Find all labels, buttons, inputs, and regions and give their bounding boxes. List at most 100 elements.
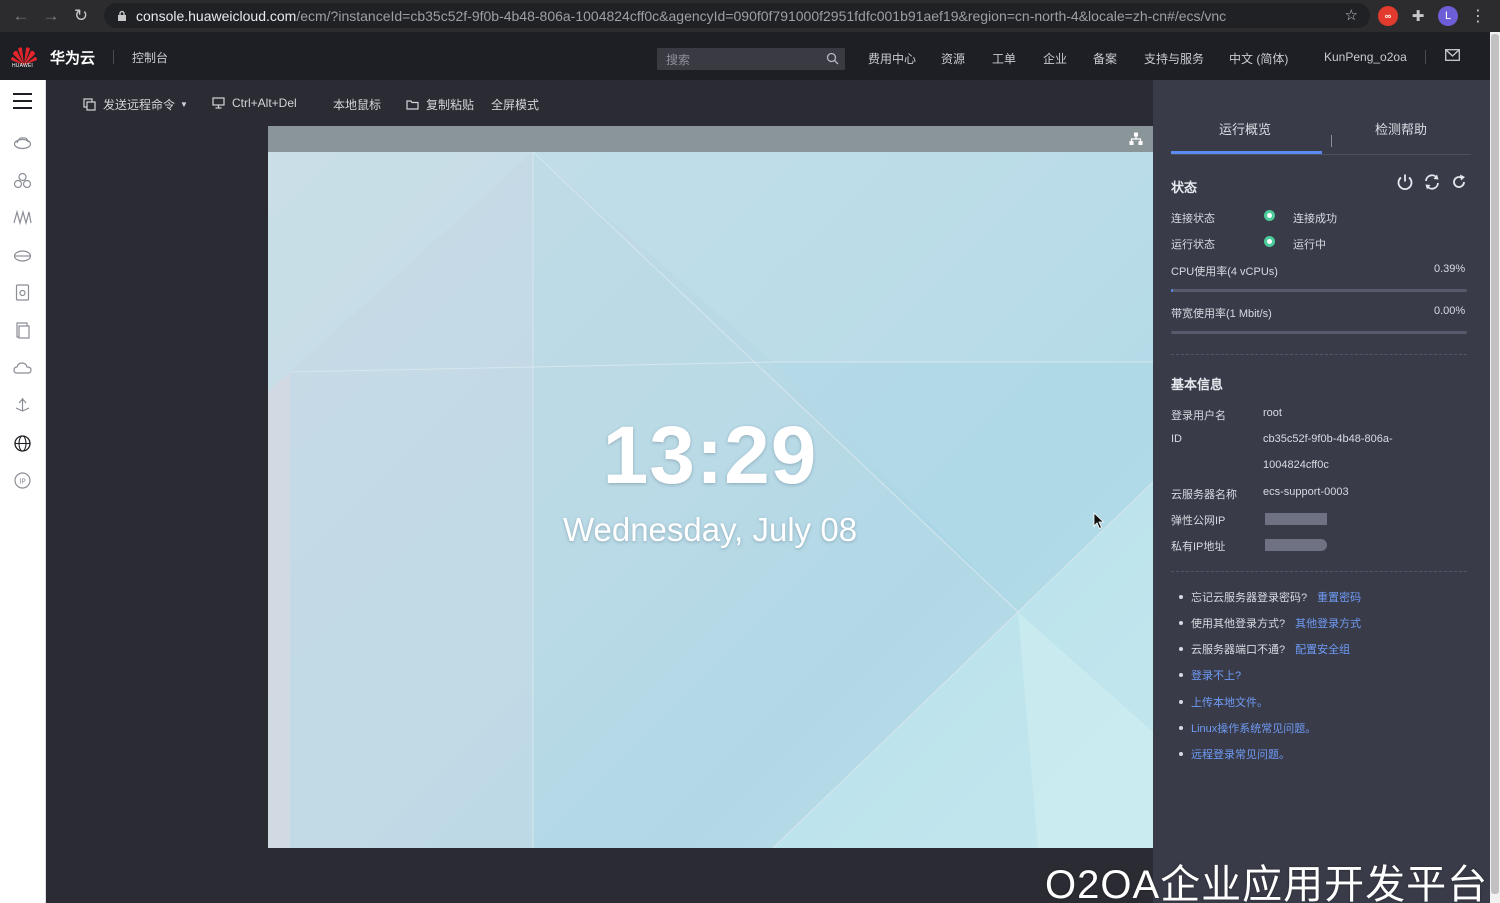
power-icon[interactable]: [1396, 173, 1414, 191]
cluster-icon[interactable]: [13, 171, 32, 190]
cloud-server-icon[interactable]: [13, 133, 32, 152]
bandwidth-usage-label: 带宽使用率(1 Mbit/s): [1171, 308, 1272, 320]
eip-label: 弹性公网IP: [1171, 515, 1226, 527]
url-path: /ecm/?instanceId=cb35c52f-9f0b-4b48-806a…: [296, 7, 1227, 24]
deploy-icon[interactable]: [13, 396, 32, 415]
scrollbar-thumb[interactable]: [1491, 34, 1499, 894]
local-mouse-label: 本地鼠标: [333, 98, 382, 112]
mail-icon[interactable]: [1445, 49, 1460, 61]
vnc-toolbar: 发送远程命令 ▼ Ctrl+Alt+Del 本地鼠标 复制粘贴 全屏模式: [46, 80, 1153, 126]
section-divider: [1171, 571, 1467, 572]
address-bar[interactable]: console.huaweicloud.com/ecm/?instanceId=…: [104, 3, 1370, 28]
lock-screen-date: Wednesday, July 08: [562, 511, 858, 548]
right-panel: 运行概览 检测帮助 状态 连接状态 连接成功 运行状态 运行中 CPU使用率(4…: [1153, 80, 1490, 903]
restart-icon[interactable]: [1423, 173, 1441, 191]
cpu-usage-value: 0.39%: [1434, 263, 1466, 275]
ctrl-alt-del-label: Ctrl+Alt+Del: [232, 96, 297, 110]
help-item: 登录不上?: [1171, 667, 1241, 683]
nav-billing[interactable]: 费用中心: [868, 50, 916, 67]
help-item: 忘记云服务器登录密码? 重置密码: [1171, 589, 1361, 605]
svg-text:IP: IP: [19, 478, 25, 486]
nav-tickets[interactable]: 工单: [992, 50, 1016, 67]
mouse-cursor-icon: [1093, 512, 1105, 530]
upload-file-link[interactable]: 上传本地文件。: [1191, 694, 1268, 710]
send-command-label: 发送远程命令: [103, 98, 176, 112]
extensions-puzzle-icon[interactable]: ✚: [1408, 6, 1428, 26]
console-link[interactable]: 控制台: [132, 49, 168, 66]
nav-resources[interactable]: 资源: [941, 50, 965, 67]
bookmark-star-icon[interactable]: ☆: [1345, 6, 1358, 24]
back-icon[interactable]: ←: [6, 0, 36, 32]
globe-icon[interactable]: [13, 434, 32, 453]
tab-diagnostics[interactable]: 检测帮助: [1375, 119, 1427, 138]
storage-icon[interactable]: [13, 246, 32, 265]
desktop-top-bar: [268, 126, 1153, 152]
login-failed-link[interactable]: 登录不上?: [1191, 667, 1241, 683]
nav-filing[interactable]: 备案: [1093, 50, 1117, 67]
forward-icon[interactable]: →: [36, 0, 66, 32]
local-mouse-button[interactable]: 本地鼠标: [333, 96, 381, 113]
ctrl-alt-del-button[interactable]: Ctrl+Alt+Del: [212, 96, 297, 110]
refresh-icon[interactable]: [1450, 173, 1468, 191]
browser-menu-icon[interactable]: ⋮: [1468, 6, 1488, 26]
watermark-text: O2OA企业应用开发平台: [1045, 863, 1489, 903]
tab-overview[interactable]: 运行概览: [1219, 119, 1271, 138]
vnc-margin: [46, 126, 268, 903]
nav-account[interactable]: KunPeng_o2oa: [1324, 50, 1407, 64]
server-name-label: 云服务器名称: [1171, 489, 1237, 501]
copy-paste-button[interactable]: 复制粘贴: [406, 96, 474, 113]
folder-icon: [406, 100, 419, 110]
active-tab-indicator: [1171, 151, 1322, 154]
lock-screen-time: 13:29: [602, 410, 818, 501]
server-name-value: ecs-support-0003: [1263, 486, 1349, 498]
header-divider: [113, 50, 114, 64]
remote-login-faq-link[interactable]: 远程登录常见问题。: [1191, 746, 1290, 762]
document-icon[interactable]: [13, 321, 32, 340]
nav-language[interactable]: 中文 (简体): [1229, 50, 1288, 67]
console-header: HUAWEI 华为云 控制台 搜索 费用中心 资源 工单 企业 备案 支持与服务…: [0, 32, 1500, 80]
eip-redacted: [1265, 513, 1327, 525]
section-divider: [1171, 354, 1467, 355]
vnc-screen[interactable]: 13:29 Wednesday, July 08: [268, 126, 1153, 848]
lock-icon: [118, 10, 126, 21]
left-sidebar: IP: [0, 80, 46, 903]
monitor-wave-icon[interactable]: [13, 208, 32, 227]
help-item: Linux操作系统常见问题。: [1171, 720, 1316, 736]
search-icon[interactable]: [826, 52, 839, 65]
connection-status-dot: [1264, 210, 1275, 221]
copy-paste-label: 复制粘贴: [426, 98, 475, 112]
browser-chrome: ← → ↻ console.huaweicloud.com/ecm/?insta…: [0, 0, 1500, 32]
nav-enterprise[interactable]: 企业: [1043, 50, 1067, 67]
instance-id-line1: cb35c52f-9f0b-4b48-806a-: [1263, 433, 1393, 445]
cloud-icon[interactable]: [13, 359, 32, 378]
nav-support[interactable]: 支持与服务: [1144, 50, 1204, 67]
running-status-label: 运行状态: [1171, 239, 1215, 251]
linux-faq-link[interactable]: Linux操作系统常见问题。: [1191, 720, 1316, 736]
instance-id-label: ID: [1171, 433, 1182, 445]
network-icon[interactable]: [1129, 132, 1143, 146]
search-input[interactable]: 搜索: [657, 48, 845, 70]
extension-icon[interactable]: ∞: [1378, 6, 1398, 26]
page-scrollbar[interactable]: [1490, 32, 1500, 903]
login-user-label: 登录用户名: [1171, 410, 1226, 422]
cpu-usage-label: CPU使用率(4 vCPUs): [1171, 266, 1278, 278]
bandwidth-usage-value: 0.00%: [1434, 305, 1466, 317]
brand-name[interactable]: 华为云: [50, 47, 95, 68]
reset-password-link[interactable]: 重置密码: [1317, 589, 1361, 605]
search-placeholder: 搜索: [666, 52, 691, 67]
security-group-link[interactable]: 配置安全组: [1295, 641, 1350, 657]
ip-icon[interactable]: IP: [13, 471, 32, 490]
fullscreen-button[interactable]: 全屏模式: [491, 96, 539, 113]
profile-avatar[interactable]: L: [1438, 6, 1458, 26]
logo-text: HUAWEI: [12, 63, 34, 69]
other-login-link[interactable]: 其他登录方式: [1295, 615, 1361, 631]
reload-icon[interactable]: ↻: [66, 0, 96, 32]
help-item: 使用其他登录方式? 其他登录方式: [1171, 615, 1361, 631]
send-command-menu[interactable]: 发送远程命令 ▼: [83, 96, 188, 113]
help-item: 上传本地文件。: [1171, 694, 1268, 710]
disk-icon[interactable]: [13, 283, 32, 302]
cpu-usage-fill: [1171, 289, 1173, 292]
fullscreen-label: 全屏模式: [491, 98, 540, 112]
menu-hamburger-icon[interactable]: [13, 93, 32, 109]
help-item: 远程登录常见问题。: [1171, 746, 1290, 762]
